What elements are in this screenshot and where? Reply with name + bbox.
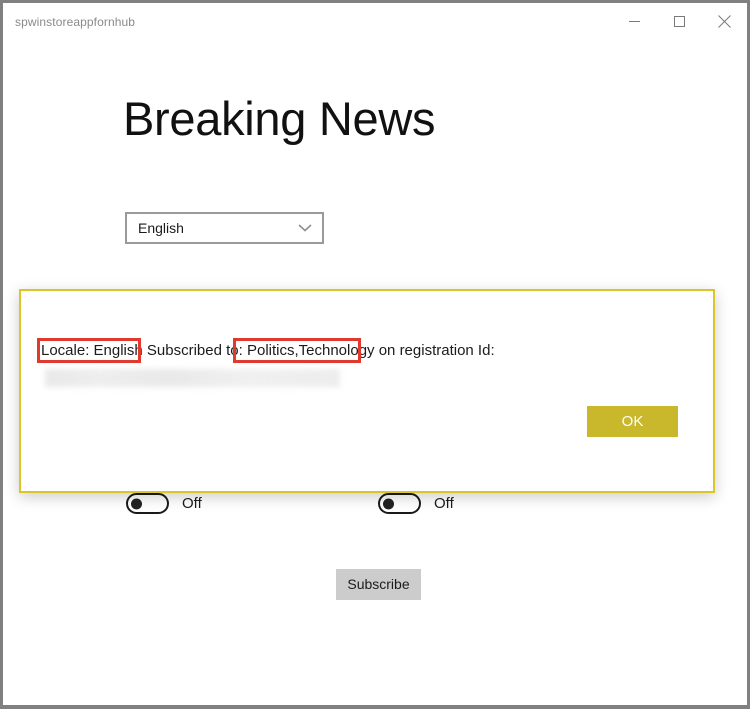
close-button[interactable]: [702, 3, 747, 40]
message-dialog: Locale: English Subscribed to: Politics,…: [19, 289, 715, 493]
toggle-knob-icon: [131, 498, 142, 509]
toggle-switch-topic-1[interactable]: [126, 493, 169, 514]
toggle-label-topic-1: Off: [182, 495, 202, 512]
toggle-switch-topic-2[interactable]: [378, 493, 421, 514]
minimize-button[interactable]: [612, 3, 657, 40]
subscribe-button[interactable]: Subscribe: [336, 569, 421, 600]
dialog-ok-button[interactable]: OK: [587, 406, 678, 437]
dialog-message-topics: Politics,Technology: [246, 342, 375, 359]
chevron-down-icon: [298, 224, 312, 232]
close-icon: [718, 15, 731, 28]
window-title: spwinstoreappfornhub: [15, 14, 136, 29]
dialog-message-tail: on registration Id:: [374, 342, 495, 359]
toggle-group-topic-2: Off: [378, 493, 454, 514]
locale-select[interactable]: English: [125, 212, 324, 244]
dialog-message-middle: Subscribed to:: [142, 342, 247, 359]
dialog-message-locale: Locale: English: [41, 342, 143, 359]
page-title: Breaking News: [123, 92, 436, 145]
app-window: spwinstoreappfornhub Breaking News Engli…: [0, 0, 750, 709]
title-bar[interactable]: spwinstoreappfornhub: [3, 3, 747, 40]
redacted-registration-id: [45, 369, 340, 387]
minimize-icon: [629, 21, 640, 22]
toggle-group-topic-1: Off: [126, 493, 202, 514]
window-controls: [612, 3, 747, 40]
toggle-knob-icon: [383, 498, 394, 509]
locale-select-value: English: [138, 220, 184, 236]
toggle-label-topic-2: Off: [434, 495, 454, 512]
maximize-button[interactable]: [657, 3, 702, 40]
dialog-message: Locale: English Subscribed to: Politics,…: [41, 341, 495, 361]
maximize-icon: [674, 16, 685, 27]
